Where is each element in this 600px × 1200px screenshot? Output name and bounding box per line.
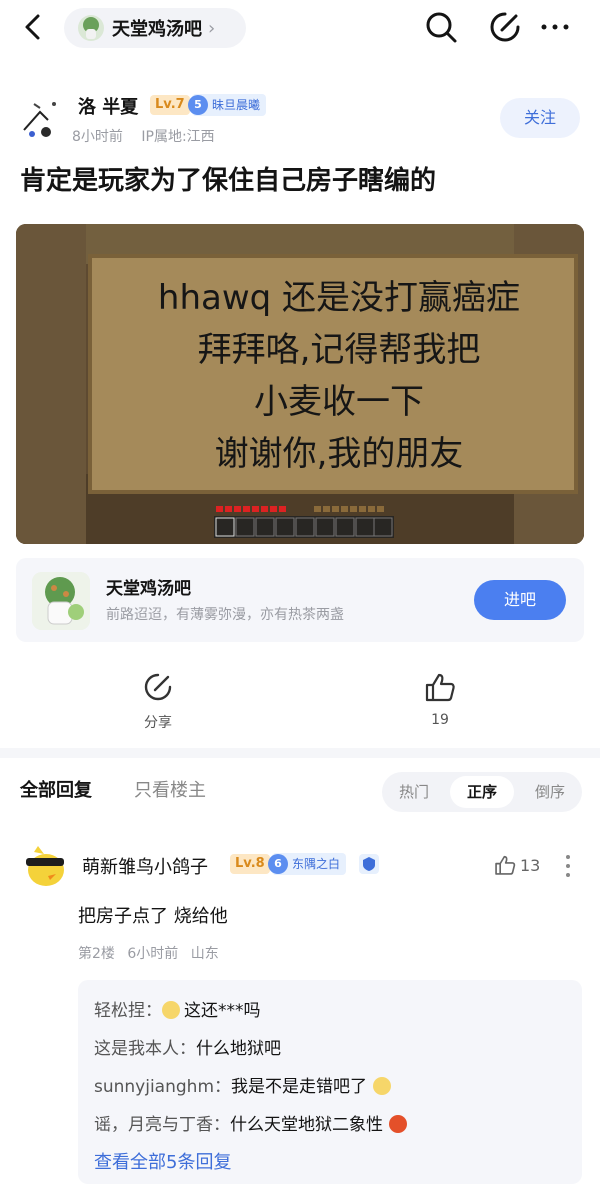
share-icon: [144, 673, 172, 701]
medal-level: 5: [188, 95, 208, 115]
grin-emoji-icon: [162, 1001, 180, 1019]
back-icon[interactable]: [18, 12, 48, 42]
commenter-medal-level: 6: [268, 854, 288, 874]
commenter-avatar[interactable]: [20, 840, 70, 890]
subreply-box: 轻松捏： 这还***吗 这是我本人：什么地狱吧 sunnyjianghm：我是不是…: [78, 980, 582, 1184]
subreply-item[interactable]: 轻松捏： 这还***吗: [94, 992, 566, 1030]
chevron-right-icon: ›: [208, 17, 216, 39]
sign-line-3: 小麦收一下: [254, 382, 424, 422]
commenter-name[interactable]: 萌新雏鸟小鸽子: [82, 853, 208, 879]
comment-like-count: 13: [520, 855, 541, 875]
like-button[interactable]: 19: [400, 672, 480, 728]
sort-asc[interactable]: 正序: [450, 776, 514, 808]
enter-forum-button[interactable]: 进吧: [474, 580, 566, 620]
comment-time: 6小时前: [127, 946, 179, 962]
author-name[interactable]: 洛 半夏: [78, 93, 138, 119]
worried-emoji-icon: [373, 1077, 392, 1095]
comment-location: 山东: [190, 946, 219, 962]
commenter-medal-badge: 6 东隅之白: [268, 853, 347, 875]
sign-line-4: 谢谢你,我的朋友: [214, 434, 464, 474]
forum-avatar-icon: [78, 15, 104, 41]
tab-owner-only[interactable]: 只看楼主: [134, 776, 206, 802]
thumbs-up-icon: [425, 673, 455, 702]
comment-like-button[interactable]: 13: [494, 854, 540, 876]
shield-badge-icon: [359, 854, 379, 874]
forum-card[interactable]: 天堂鸡汤吧 前路迢迢，有薄雾弥漫，亦有热茶两盏 进吧: [16, 558, 584, 642]
post-meta: 8小时前 IP属地:江西: [72, 126, 229, 146]
post-time: 8小时前: [72, 129, 123, 145]
medal-name: 昧旦晨曦: [212, 98, 261, 112]
sign-line-2: 拜拜咯,记得帮我把: [197, 330, 481, 370]
more-icon[interactable]: [538, 10, 572, 44]
sort-desc[interactable]: 倒序: [518, 776, 582, 808]
subreply-item[interactable]: sunnyjianghm：我是不是走错吧了: [94, 1068, 566, 1106]
subreply-author[interactable]: 轻松捏：: [94, 1001, 162, 1021]
comment-meta: 第2楼 6小时前 山东: [78, 943, 227, 963]
share-label: 分享: [144, 715, 172, 731]
forum-card-name: 天堂鸡汤吧: [106, 579, 191, 599]
author-avatar[interactable]: [14, 90, 68, 144]
view-all-replies-link[interactable]: 查看全部5条回复: [94, 1144, 566, 1182]
share-button[interactable]: 分享: [118, 672, 198, 732]
sort-toggle: 热门 正序 倒序: [382, 772, 582, 812]
comment-floor: 第2楼: [78, 946, 115, 962]
comment-body: 把房子点了 烧给他: [78, 906, 228, 927]
level-badge: Lv.7: [150, 95, 190, 115]
comment-more-icon[interactable]: [562, 852, 574, 880]
subreply-item[interactable]: 这是我本人：什么地狱吧: [94, 1030, 566, 1068]
top-bar: 天堂鸡汤吧 ›: [0, 0, 600, 56]
subreply-author[interactable]: sunnyjianghm：: [94, 1077, 231, 1097]
subreply-text: 什么天堂地狱二象性: [230, 1115, 383, 1135]
forum-card-avatar: [32, 572, 90, 630]
subreply-text: 我是不是走错吧了: [231, 1077, 368, 1097]
hotbar: [214, 506, 394, 538]
angry-emoji-icon: [389, 1115, 407, 1133]
sort-hot[interactable]: 热门: [382, 776, 446, 808]
thumbs-up-icon: [495, 855, 516, 875]
medal-badge: 5 昧旦晨曦: [188, 94, 267, 116]
subreply-author[interactable]: 这是我本人：: [94, 1039, 196, 1059]
subreply-text: 什么地狱吧: [196, 1039, 281, 1059]
search-icon[interactable]: [424, 10, 458, 44]
subreply-author[interactable]: 谣，月亮与丁香：: [94, 1115, 230, 1135]
edit-icon[interactable]: [488, 10, 522, 44]
forum-name: 天堂鸡汤吧: [112, 19, 202, 40]
like-count: 19: [431, 712, 449, 728]
sign-line-1: hhawq 还是没打赢癌症: [157, 278, 521, 318]
forum-link[interactable]: 天堂鸡汤吧 ›: [64, 8, 246, 48]
commenter-medal-name: 东隅之白: [292, 857, 341, 871]
post-image[interactable]: hhawq 还是没打赢癌症 拜拜咯,记得帮我把 小麦收一下 谢谢你,我的朋友: [16, 224, 584, 544]
forum-card-desc: 前路迢迢，有薄雾弥漫，亦有热茶两盏: [106, 607, 344, 623]
post-ip: IP属地:江西: [141, 129, 215, 145]
subreply-item[interactable]: 谣，月亮与丁香：什么天堂地狱二象性: [94, 1106, 566, 1144]
tab-all-replies[interactable]: 全部回复: [20, 776, 92, 802]
section-divider: [0, 748, 600, 758]
follow-button[interactable]: 关注: [500, 98, 580, 138]
commenter-level-badge: Lv.8: [230, 854, 270, 874]
subreply-text: 这还***吗: [184, 1001, 261, 1021]
sign-text: hhawq 还是没打赢癌症 拜拜咯,记得帮我把 小麦收一下 谢谢你,我的朋友: [104, 272, 574, 480]
post-title: 肯定是玩家为了保住自己房子瞎编的: [20, 166, 437, 196]
